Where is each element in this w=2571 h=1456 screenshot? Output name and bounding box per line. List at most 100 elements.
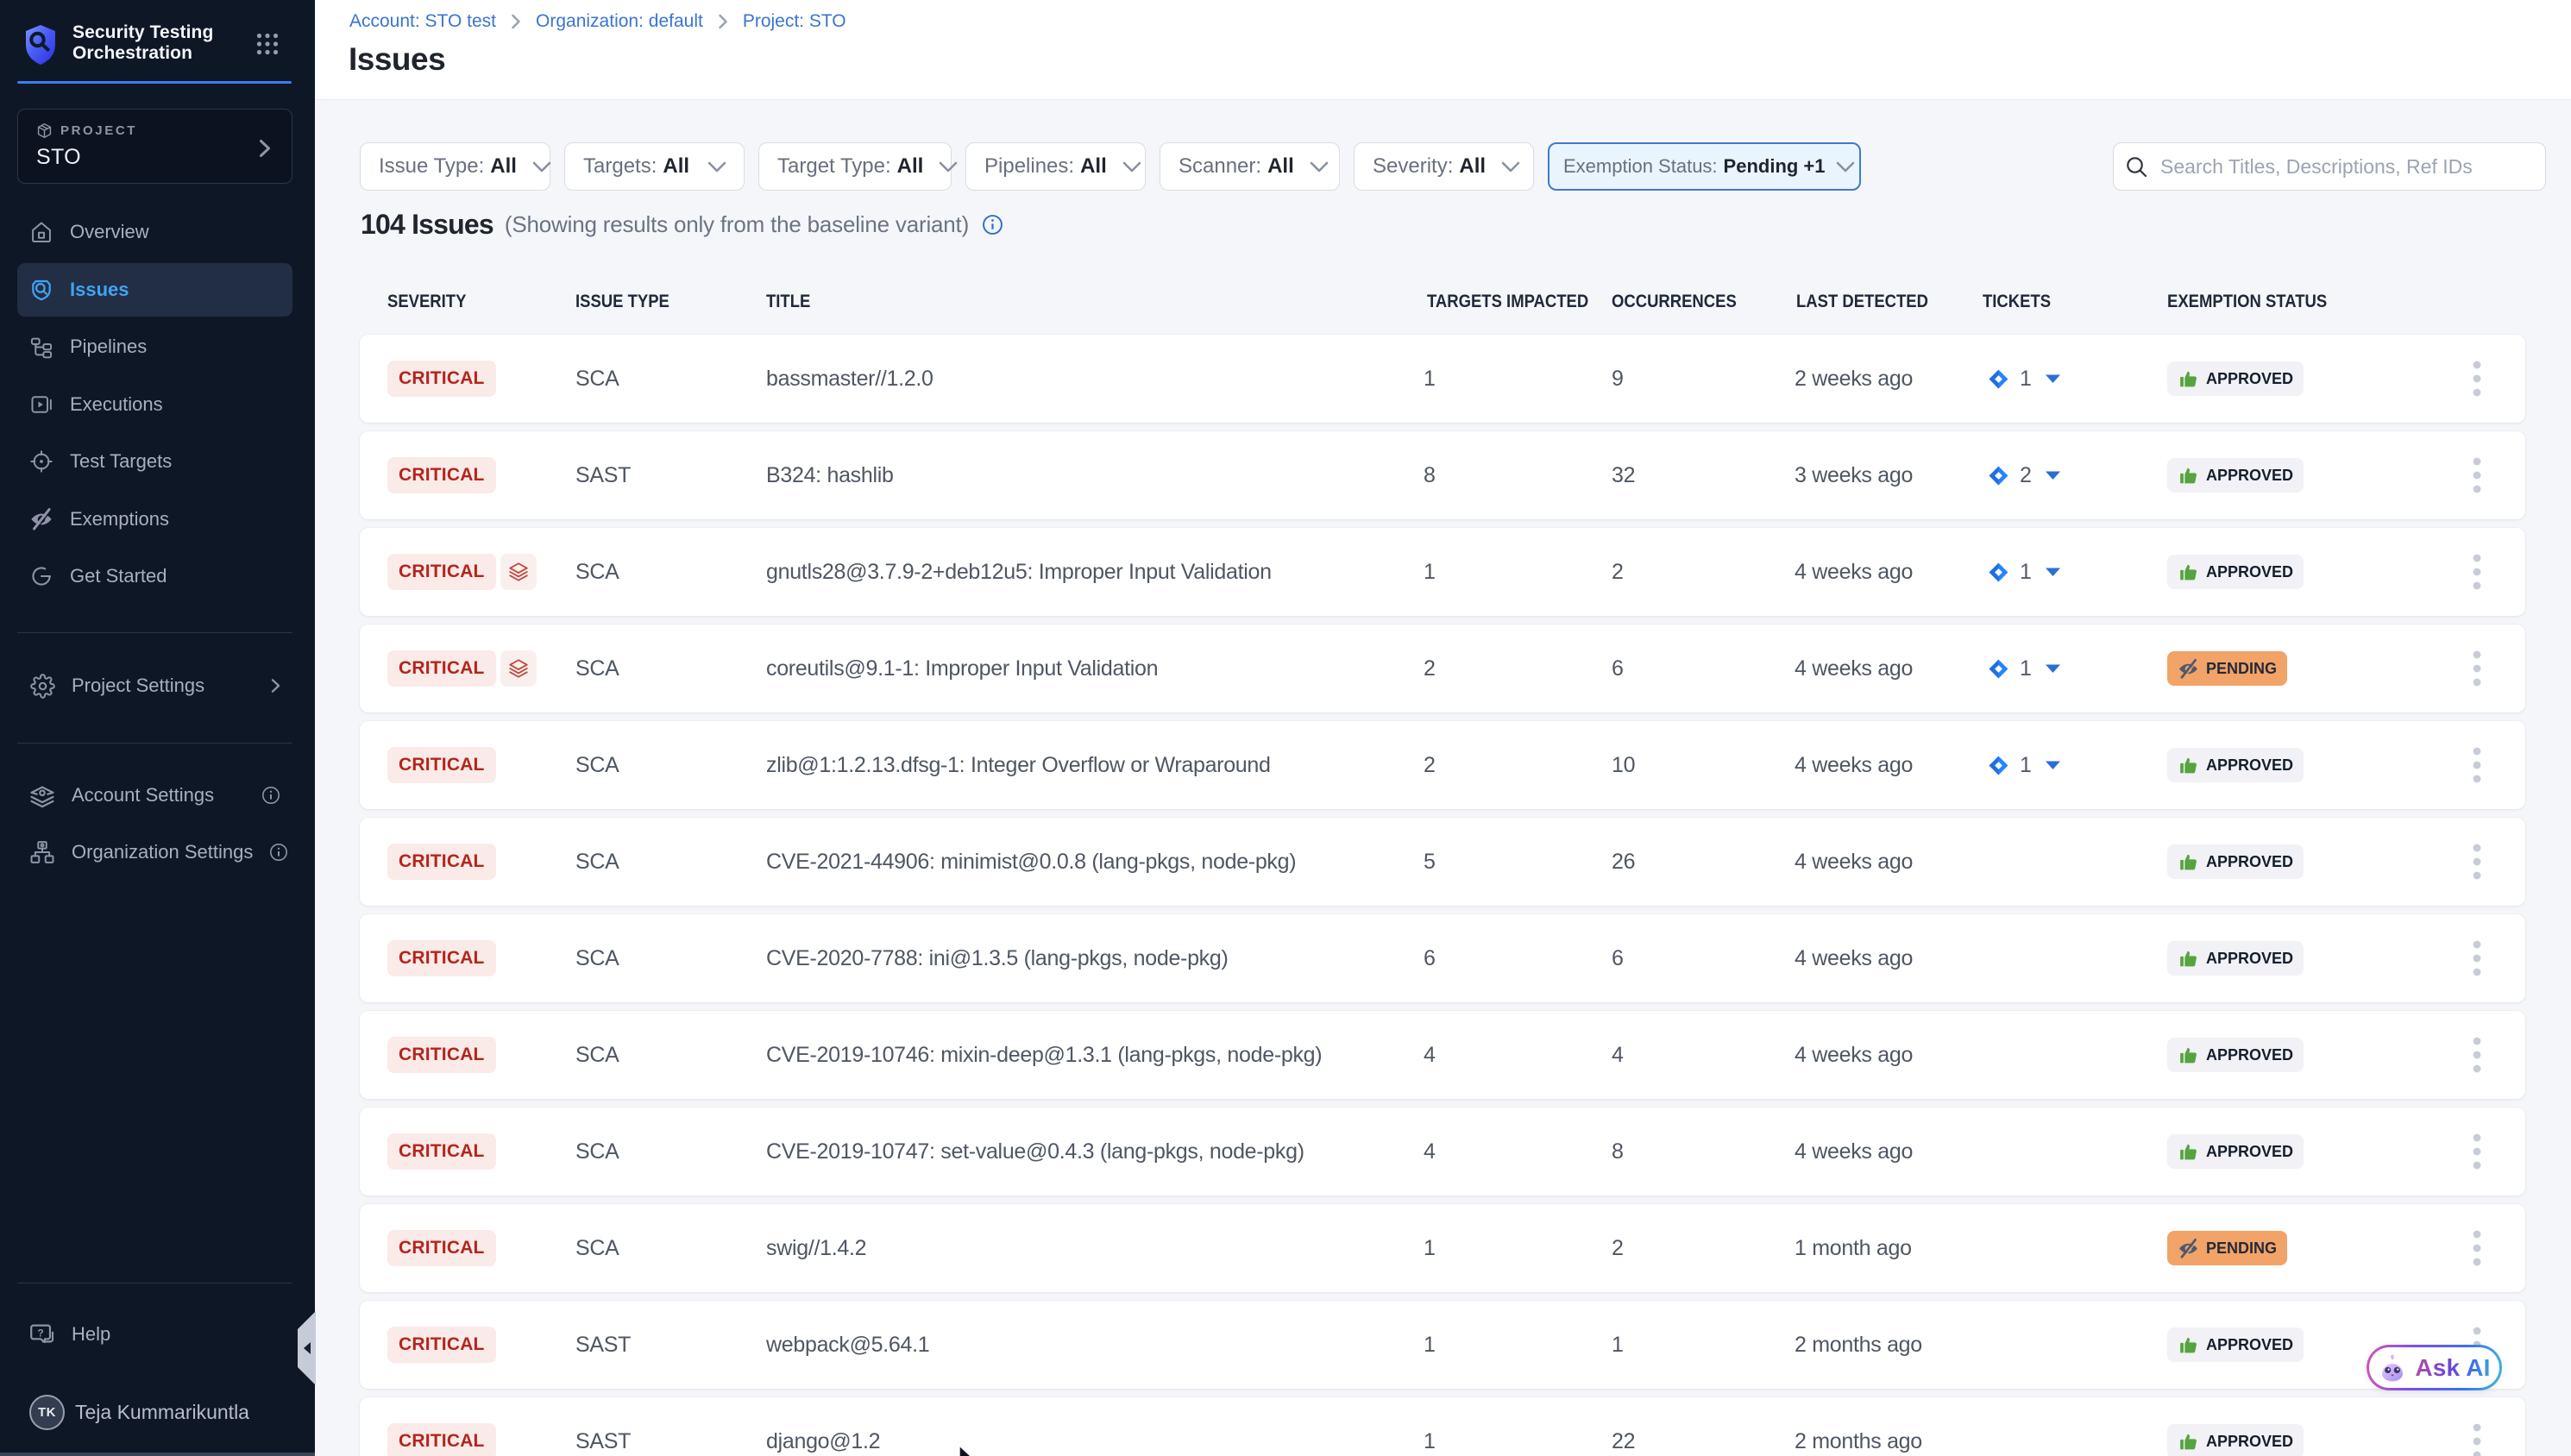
ticket-count: 1 (2020, 656, 2032, 681)
row-menu-button[interactable] (2460, 528, 2494, 616)
exemption-status-cell: APPROVED (2167, 528, 2304, 616)
issue-row[interactable]: CRITICAL SCA CVE-2020-7788: ini@1.3.5 (l… (360, 914, 2525, 1002)
issue-title-cell[interactable]: CVE-2020-7788: ini@1.3.5 (lang-pkgs, nod… (766, 914, 1229, 1002)
tickets-cell[interactable]: 1 (1988, 624, 2061, 712)
issue-title-cell[interactable]: CVE-2019-10746: mixin-deep@1.3.1 (lang-p… (766, 1011, 1322, 1099)
issue-title-cell[interactable]: zlib@1:1.2.13.dfsg-1: Integer Overflow o… (766, 721, 1271, 809)
module-grid-icon[interactable] (256, 33, 279, 55)
issue-title-cell[interactable]: CVE-2019-10747: set-value@0.4.3 (lang-pk… (766, 1108, 1304, 1196)
info-icon[interactable] (261, 786, 280, 805)
sidebar-item-issues[interactable]: Issues (17, 263, 292, 317)
row-menu-button[interactable] (2460, 721, 2494, 809)
issue-row[interactable]: CRITICAL SCA CVE-2019-10747: set-value@0… (360, 1108, 2525, 1196)
last-detected-cell: 3 weeks ago (1795, 431, 1913, 519)
status-label: APPROVED (2206, 1336, 2293, 1354)
issue-title-cell[interactable]: bassmaster//1.2.0 (766, 335, 933, 423)
sidebar-item-organization-settings[interactable]: Organization Settings (17, 825, 292, 879)
last-detected-cell: 4 weeks ago (1795, 1108, 1913, 1196)
row-menu-button[interactable] (2460, 1397, 2494, 1456)
issue-row[interactable]: CRITICAL SCA gnutls28@3.7.9-2+deb12u5: I… (360, 528, 2525, 616)
sidebar: Security Testing Orchestration PROJECT (0, 0, 315, 1456)
row-menu-button[interactable] (2460, 1108, 2494, 1196)
issue-title-cell[interactable]: CVE-2021-44906: minimist@0.0.8 (lang-pkg… (766, 818, 1296, 906)
issues-table: CRITICAL SCA bassmaster//1.2.0 1 9 2 wee… (360, 335, 2525, 1456)
exemption-status-cell: APPROVED (2167, 1397, 2304, 1456)
issue-title-cell[interactable]: B324: hashlib (766, 431, 894, 519)
sidebar-item-executions[interactable]: Executions (17, 378, 292, 431)
filter-dropdown-pipelines[interactable]: Pipelines: All (965, 142, 1146, 191)
status-badge-approved: APPROVED (2167, 941, 2304, 976)
issue-row[interactable]: CRITICAL SAST webpack@5.64.1 1 1 2 month… (360, 1301, 2525, 1389)
user-menu[interactable]: TK Teja Kummarikuntla (29, 1395, 249, 1430)
sidebar-item-pipelines[interactable]: Pipelines (17, 320, 292, 373)
ask-ai-button[interactable]: Ask AI (2367, 1345, 2502, 1390)
row-menu-button[interactable] (2460, 624, 2494, 712)
sidebar-item-exemptions[interactable]: Exemptions (17, 493, 292, 546)
sidebar-collapse-button[interactable] (298, 1311, 316, 1385)
status-label: APPROVED (2206, 1143, 2293, 1161)
row-menu-button[interactable] (2460, 1204, 2494, 1292)
issue-row[interactable]: CRITICAL SCA zlib@1:1.2.13.dfsg-1: Integ… (360, 721, 2525, 809)
issue-row[interactable]: CRITICAL SCA coreutils@9.1-1: Improper I… (360, 624, 2525, 712)
filter-dropdown-targets[interactable]: Targets: All (564, 142, 745, 191)
tickets-cell[interactable]: 1 (1988, 528, 2061, 616)
issue-title-cell[interactable]: swig//1.4.2 (766, 1204, 866, 1292)
filter-dropdown-severity[interactable]: Severity: All (1354, 142, 1534, 191)
search-input[interactable] (2160, 155, 2523, 179)
sidebar-item-project-settings[interactable]: Project Settings (17, 659, 292, 712)
project-selector[interactable]: PROJECT STO (17, 109, 292, 184)
filter-dropdown-scanner[interactable]: Scanner: All (1160, 142, 1340, 191)
thumbs-up-icon (2178, 1045, 2199, 1066)
tickets-cell[interactable]: 1 (1988, 335, 2061, 423)
caret-down-icon[interactable] (2045, 470, 2061, 480)
sidebar-item-account-settings[interactable]: Account Settings (17, 769, 292, 822)
status-label: APPROVED (2206, 1433, 2293, 1451)
issue-title-cell[interactable]: coreutils@9.1-1: Improper Input Validati… (766, 624, 1158, 712)
severity-badge: CRITICAL (387, 1230, 496, 1266)
brand-title: Security Testing Orchestration (72, 22, 213, 64)
filter-dropdown-issue-type[interactable]: Issue Type: All (360, 142, 550, 191)
sidebar-item-overview[interactable]: Overview (17, 205, 292, 259)
exemption-status-cell: APPROVED (2167, 335, 2304, 423)
tickets-cell[interactable]: 2 (1988, 431, 2061, 519)
exemption-status-cell: APPROVED (2167, 914, 2304, 1002)
info-icon[interactable] (982, 214, 1003, 235)
occurrences-cell: 9 (1612, 335, 1624, 423)
tickets-cell[interactable]: 1 (1988, 721, 2061, 809)
issue-row[interactable]: CRITICAL SCA CVE-2021-44906: minimist@0.… (360, 818, 2525, 906)
issue-row[interactable]: CRITICAL SAST B324: hashlib 8 32 3 weeks… (360, 431, 2525, 519)
row-menu-button[interactable] (2460, 818, 2494, 906)
issue-row[interactable]: CRITICAL SAST django@1.2 1 22 2 months a… (360, 1397, 2525, 1456)
row-menu-button[interactable] (2460, 914, 2494, 1002)
home-icon (29, 220, 53, 244)
sidebar-item-test-targets[interactable]: Test Targets (17, 435, 292, 488)
caret-down-icon[interactable] (2045, 373, 2061, 384)
filter-dropdown-target-type[interactable]: Target Type: All (758, 142, 952, 191)
sidebar-item-get-started[interactable]: Get Started (17, 549, 292, 603)
breadcrumb-link[interactable]: Project: STO (743, 11, 846, 32)
issue-title-cell[interactable]: webpack@5.64.1 (766, 1301, 929, 1389)
status-badge-approved: APPROVED (2167, 458, 2304, 493)
breadcrumb-link[interactable]: Account: STO test (349, 11, 496, 32)
sidebar-nav: Overview Issues Pipelines Executions Tes… (17, 205, 292, 603)
issue-row[interactable]: CRITICAL SCA CVE-2019-10746: mixin-deep@… (360, 1011, 2525, 1099)
caret-down-icon[interactable] (2045, 760, 2061, 770)
breadcrumb-link[interactable]: Organization: default (536, 11, 703, 32)
issue-row[interactable]: CRITICAL SCA bassmaster//1.2.0 1 9 2 wee… (360, 335, 2525, 423)
ticket-count: 2 (2020, 463, 2032, 488)
caret-down-icon[interactable] (2045, 567, 2061, 577)
last-detected-cell: 1 month ago (1795, 1204, 1912, 1292)
filter-dropdown-exemption-status[interactable]: Exemption Status: Pending +1 (1548, 142, 1861, 191)
status-badge-approved: APPROVED (2167, 1134, 2304, 1169)
issue-title-cell[interactable]: gnutls28@3.7.9-2+deb12u5: Improper Input… (766, 528, 1272, 616)
row-menu-button[interactable] (2460, 431, 2494, 519)
sidebar-item-help[interactable]: ? Help (17, 1308, 292, 1361)
info-icon[interactable] (269, 843, 288, 862)
issue-row[interactable]: CRITICAL SCA swig//1.4.2 1 2 1 month ago… (360, 1204, 2525, 1292)
row-menu-button[interactable] (2460, 335, 2494, 423)
caret-down-icon[interactable] (2045, 663, 2061, 674)
row-menu-button[interactable] (2460, 1011, 2494, 1099)
thumbs-up-icon (2178, 948, 2199, 970)
chevron-down-icon (692, 161, 726, 173)
issue-title-cell[interactable]: django@1.2 (766, 1397, 880, 1456)
